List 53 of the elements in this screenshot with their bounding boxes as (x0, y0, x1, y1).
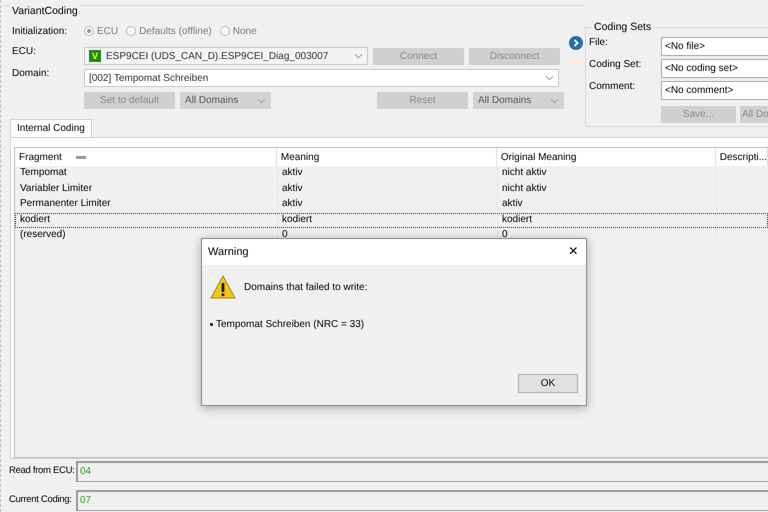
domain-dropdown[interactable]: [002] Tempomat Schreiben (84, 69, 559, 87)
table-cell: Tempomat (16, 167, 278, 180)
table-cell: aktiv (278, 167, 498, 180)
table-cell: Variabler Limiter (16, 182, 278, 196)
field-label: Initialization: (12, 26, 68, 36)
variant-badge: V (89, 50, 102, 62)
table-cell: aktiv (498, 198, 717, 212)
table-cell: kodiert (278, 214, 498, 227)
column-header[interactable]: Fragment (15, 148, 277, 166)
chevron-down-icon (257, 98, 266, 104)
field-label: Comment: (589, 81, 636, 92)
chevron-down-icon (550, 98, 559, 104)
group-title: VariantCoding (10, 5, 80, 17)
field-label: Domain: (12, 68, 50, 79)
text-field[interactable]: <No file> (661, 37, 768, 56)
dialog-title: Warning (208, 246, 249, 258)
column-header[interactable]: Original Meaning (496, 148, 716, 166)
field-label: Read from ECU: (9, 464, 76, 476)
close-button[interactable]: × (560, 244, 586, 260)
ecu-dropdown[interactable]: V ESP9CEI (UDS_CAN_D).ESP9CEI_Diag_003007 (84, 47, 368, 65)
bullet-icon (210, 323, 213, 326)
table-cell: kodiert (498, 214, 717, 227)
failed-domain: Tempomat Schreiben (NRC = 33) (216, 319, 364, 330)
domains-dropdown[interactable]: All Domains (180, 92, 271, 109)
domains-dropdown[interactable]: All Domains (473, 92, 564, 109)
table-row[interactable]: Tempomat aktiv nicht aktiv (15, 166, 768, 182)
text-field[interactable]: <No comment> (661, 81, 768, 100)
field-label: ECU: (12, 46, 37, 57)
group-title: Coding Sets (592, 21, 654, 33)
ok-button[interactable]: OK (518, 374, 578, 393)
table-cell: kodiert (16, 214, 278, 227)
table-row[interactable]: Variabler Limiter aktiv nicht aktiv (15, 182, 768, 197)
field-label: Current Coding: (9, 493, 73, 505)
dialog-message: Domains that failed to write: (244, 282, 368, 292)
table-cell: nicht aktiv (498, 167, 717, 180)
dropdown-value: ESP9CEI (UDS_CAN_D).ESP9CEI_Diag_003007 (106, 50, 330, 62)
warning-icon (210, 275, 236, 299)
table-cell: aktiv (278, 182, 498, 196)
table-row[interactable]: kodiert kodiert kodiert (15, 212, 768, 228)
chevron-down-icon (354, 53, 363, 59)
arrow-circle-icon[interactable] (569, 36, 583, 50)
field-label: File: (589, 37, 609, 48)
column-grip-icon (76, 156, 86, 158)
table-cell: Permanenter Limiter (16, 198, 278, 212)
column-header[interactable]: Meaning (276, 148, 497, 166)
chevron-down-icon (545, 75, 554, 81)
table-cell: aktiv (278, 198, 498, 212)
text-field[interactable]: <No coding set> (661, 59, 768, 78)
tab[interactable]: Internal Coding (10, 119, 92, 137)
table-row[interactable]: Permanenter Limiter aktiv aktiv (15, 197, 768, 212)
field-label: Coding Set: (589, 59, 642, 70)
column-header[interactable]: Descripti... (716, 148, 768, 166)
table-cell: nicht aktiv (498, 182, 717, 196)
